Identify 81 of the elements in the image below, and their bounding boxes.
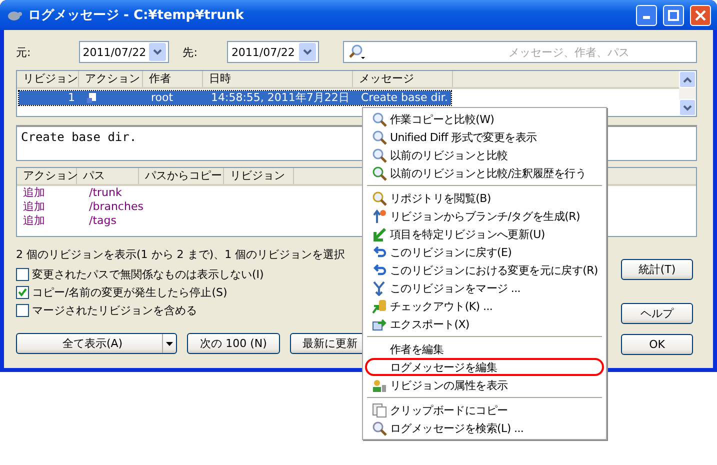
- column-header[interactable]: アクション: [17, 168, 77, 184]
- column-header[interactable]: 作者: [143, 71, 203, 87]
- dialog-button[interactable]: ヘルプ: [621, 303, 693, 324]
- from-date-field[interactable]: 2011/07/22: [78, 41, 169, 63]
- column-header[interactable]: パスからコピー: [139, 168, 224, 184]
- scroll-up-icon: [683, 76, 692, 82]
- column-header[interactable]: パス: [77, 168, 139, 184]
- search-icon: [348, 44, 366, 60]
- window-title: ログメッセージ - C:¥temp¥trunk: [28, 7, 245, 24]
- menu-item[interactable]: エクスポート(X): [365, 315, 604, 333]
- column-header[interactable]: アクション: [79, 71, 143, 87]
- path-cell-text: /trunk: [88, 186, 123, 200]
- menu-item[interactable]: このリビジョンにおける変更を元に戻す(R): [365, 261, 604, 279]
- caret-icon: [166, 342, 173, 346]
- down-left-arrow-icon: [372, 226, 386, 242]
- dialog-button[interactable]: 次の 100 (N): [187, 333, 280, 354]
- menu-item[interactable]: ログメッセージを編集: [365, 358, 604, 376]
- magnifier-icon: [372, 130, 386, 144]
- checkbox[interactable]: [16, 268, 29, 281]
- menu-item[interactable]: リビジョンからブランチ/タグを生成(R): [365, 207, 604, 225]
- action-cell-text: 追加: [22, 186, 46, 200]
- message-cell-text: Create base dir.: [360, 91, 449, 105]
- dialog-button[interactable]: 統計(T): [621, 259, 693, 280]
- scroll-down-icon: [683, 104, 692, 110]
- minimize-button[interactable]: [636, 4, 657, 26]
- checkbox-label: マージされたリビジョンを含める: [32, 303, 197, 318]
- menu-item[interactable]: このリビジョンに戻す(E): [365, 243, 604, 261]
- menu-item[interactable]: チェックアウト(K) ...: [365, 297, 604, 315]
- column-header[interactable]: メッセージ: [353, 71, 453, 87]
- undo-arrow-icon: [372, 262, 386, 278]
- export-icon: [372, 316, 386, 332]
- author-cell-text: root: [150, 91, 174, 105]
- column-header[interactable]: リビジョン: [224, 168, 294, 184]
- to-date-field[interactable]: 2011/07/22: [227, 41, 320, 63]
- checkbox-label: コピー/名前の変更が発生したら停止(S): [32, 285, 228, 300]
- menu-item[interactable]: 作業コピーと比較(W): [365, 110, 604, 128]
- to-label: 先:: [182, 44, 198, 60]
- column-header[interactable]: リビジョン: [17, 71, 79, 87]
- menu-item[interactable]: 項目を特定リビジョンへ更新(U): [365, 225, 604, 243]
- magnifier-icon: [372, 148, 386, 162]
- path-cell-text: /branches: [88, 200, 144, 214]
- path-cell-text: /tags: [88, 214, 118, 228]
- undo-arrow-icon: [372, 244, 386, 260]
- menu-item[interactable]: リポジトリを閲覧(B): [365, 189, 604, 207]
- dropdown-icon: [152, 49, 162, 55]
- magnifier-icon: [372, 190, 386, 206]
- menu-item[interactable]: Unified Diff 形式で変更を表示: [365, 128, 604, 146]
- maximize-button[interactable]: [663, 4, 684, 26]
- checkbox[interactable]: [16, 286, 29, 299]
- dropdown-icon: [303, 49, 312, 55]
- from-label: 元:: [16, 44, 31, 60]
- person-icon: [372, 378, 386, 392]
- menu-item[interactable]: 以前のリビジョンと比較: [365, 146, 604, 164]
- menu-item[interactable]: リビジョンの属性を表示: [365, 376, 604, 394]
- action-cell-text: 追加: [22, 214, 46, 228]
- branch-arrow-icon: [372, 208, 386, 224]
- revision-cell-text: 1: [67, 91, 76, 105]
- close-icon: [695, 10, 706, 20]
- checkbox-label: 変更されたパスで無関係なものは表示しない(I): [32, 267, 264, 282]
- column-header[interactable]: 日時: [203, 71, 353, 87]
- clipboard-icon: [372, 402, 386, 418]
- dialog-button[interactable]: OK: [621, 334, 693, 355]
- checkbox[interactable]: [16, 304, 29, 317]
- scrollbar[interactable]: [679, 71, 696, 116]
- menu-item[interactable]: ログメッセージを検索(L) ...: [365, 419, 604, 437]
- show-all-button[interactable]: 全て表示(A): [16, 333, 177, 354]
- menu-item[interactable]: このリビジョンをマージ ...: [365, 279, 604, 297]
- merge-icon: [372, 280, 386, 296]
- status-text: 2 個のリビジョンを表示(1 から 2 まで)、1 個のリビジョンを選択: [16, 247, 346, 262]
- file-icon: [87, 93, 96, 103]
- magnifier-icon: [372, 166, 386, 180]
- action-cell-text: 追加: [22, 200, 46, 214]
- magnifier-icon: [372, 420, 386, 436]
- menu-item[interactable]: クリップボードにコピー: [365, 401, 604, 419]
- close-button[interactable]: [690, 4, 711, 26]
- magnifier-icon: [372, 112, 386, 126]
- date-cell-text: 14:58:55, 2011年7月22日: [210, 91, 350, 105]
- menu-item[interactable]: 以前のリビジョンと比較/注釈履歴を行う: [365, 164, 604, 182]
- maximize-icon: [668, 10, 679, 20]
- revision-row[interactable]: 1 root 14:58:55, 2011年7月22日 Create base dir.: [19, 91, 451, 105]
- checkout-icon: [372, 298, 386, 314]
